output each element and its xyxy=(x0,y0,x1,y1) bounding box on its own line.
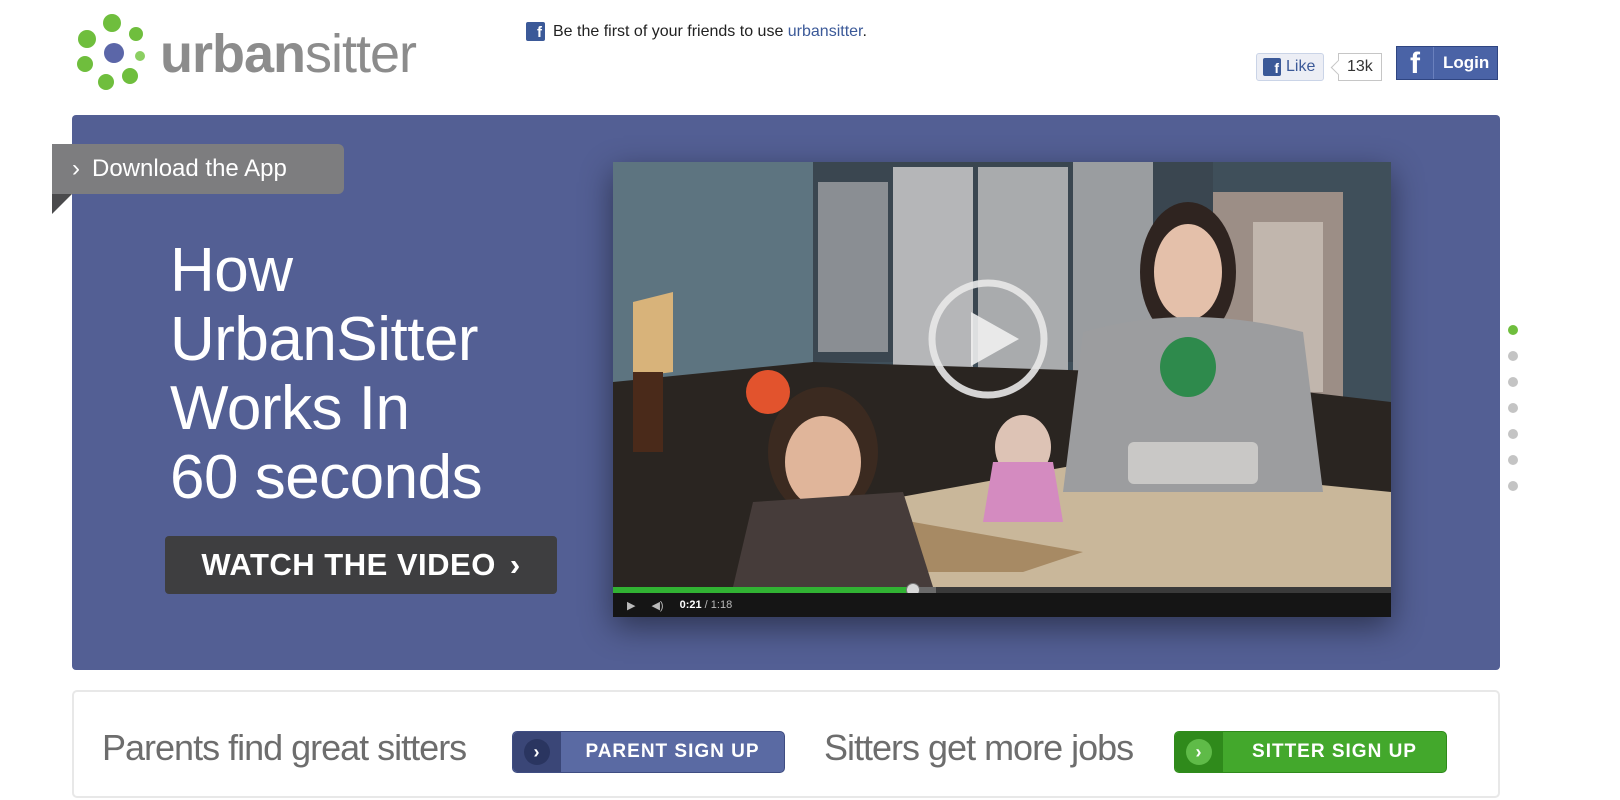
pager-dot[interactable] xyxy=(1508,455,1518,465)
like-count-badge: 13k xyxy=(1338,53,1382,81)
logo-dots-icon xyxy=(77,14,145,90)
facebook-icon: f xyxy=(1263,58,1281,76)
ribbon-fold xyxy=(52,194,72,214)
sitters-tagline: Sitters get more jobs xyxy=(824,727,1134,768)
facebook-login-button[interactable]: f Login xyxy=(1396,46,1498,80)
chevron-right-icon: › xyxy=(72,155,80,182)
pager-dot[interactable] xyxy=(1508,325,1518,335)
facebook-like-button[interactable]: f Like xyxy=(1256,53,1325,81)
hero-title: How UrbanSitter Works In 60 seconds xyxy=(170,236,483,512)
urbansitter-link[interactable]: urbansitter xyxy=(788,23,863,40)
pager-dot[interactable] xyxy=(1508,403,1518,413)
signup-bar: Parents find great sitters › PARENT SIGN… xyxy=(72,690,1500,798)
parents-tagline: Parents find great sitters xyxy=(102,727,467,768)
volume-icon[interactable]: ◀) xyxy=(651,599,663,612)
facebook-icon: f xyxy=(1397,47,1434,79)
download-app-button[interactable]: › Download the App xyxy=(52,144,344,194)
watch-video-button[interactable]: WATCH THE VIDEO › xyxy=(165,536,557,594)
chevron-right-icon: › xyxy=(509,547,521,582)
slide-pager xyxy=(1508,325,1520,507)
play-icon[interactable] xyxy=(927,278,1049,400)
chevron-right-icon: › xyxy=(1186,739,1212,765)
play-small-icon[interactable]: ▶ xyxy=(627,599,635,612)
facebook-friends-notice: f Be the first of your friends to use ur… xyxy=(526,22,867,41)
video-time: 0:21 / 1:18 xyxy=(679,599,733,611)
logo-wordmark: urbansitter xyxy=(160,24,417,84)
video-player[interactable]: ▶ ◀) 0:21 / 1:18 xyxy=(613,162,1391,617)
pager-dot[interactable] xyxy=(1508,351,1518,361)
video-controls: ▶ ◀) 0:21 / 1:18 xyxy=(613,593,1391,617)
sitter-sign-up-button[interactable]: › SITTER SIGN UP xyxy=(1174,731,1447,773)
pager-dot[interactable] xyxy=(1508,429,1518,439)
pager-dot[interactable] xyxy=(1508,481,1518,491)
facebook-icon: f xyxy=(526,22,545,41)
chevron-right-icon: › xyxy=(524,739,550,765)
pager-dot[interactable] xyxy=(1508,377,1518,387)
parent-sign-up-button[interactable]: › PARENT SIGN UP xyxy=(512,731,785,773)
urbansitter-logo[interactable]: urbansitter xyxy=(74,14,434,90)
